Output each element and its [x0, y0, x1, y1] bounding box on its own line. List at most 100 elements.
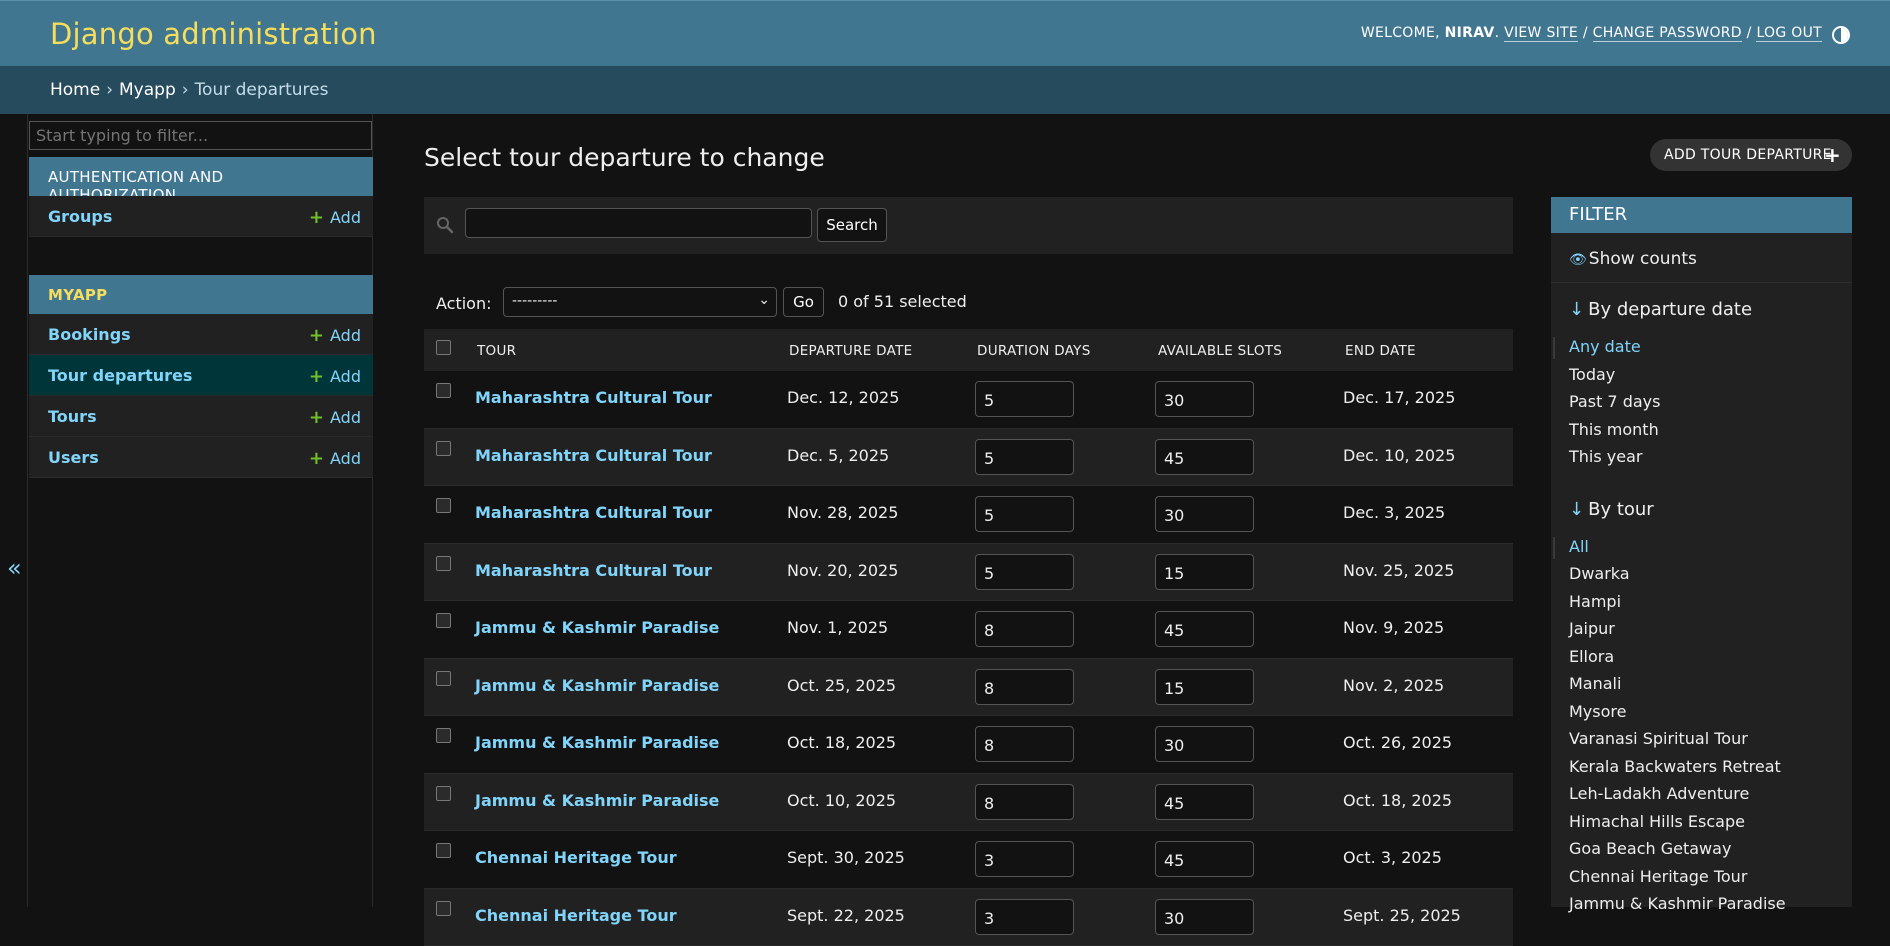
filter-option[interactable]: Past 7 days: [1569, 392, 1660, 411]
sidebar-item-label[interactable]: Tours: [48, 407, 97, 426]
tour-link[interactable]: Jammu & Kashmir Paradise: [475, 791, 719, 810]
search-input[interactable]: [465, 208, 812, 238]
duration-days-input[interactable]: 3: [975, 841, 1074, 877]
toggle-sidebar-button[interactable]: «: [0, 114, 28, 907]
filter-option[interactable]: Dwarka: [1569, 564, 1630, 583]
filter-option[interactable]: Hampi: [1569, 592, 1621, 611]
filter-option[interactable]: Goa Beach Getaway: [1569, 839, 1731, 858]
add-bookings-link[interactable]: +Add: [309, 325, 361, 346]
sidebar-item-groups: Groups +Add: [29, 196, 373, 237]
show-counts-link[interactable]: 👁Show counts: [1569, 249, 1697, 269]
column-header-available-slots[interactable]: AVAILABLE SLOTS: [1158, 343, 1282, 359]
duration-days-input[interactable]: 8: [975, 726, 1074, 762]
sidebar-item-label[interactable]: Bookings: [48, 325, 131, 344]
tour-link[interactable]: Chennai Heritage Tour: [475, 848, 677, 867]
filter-option[interactable]: Jaipur: [1569, 619, 1615, 638]
available-slots-input[interactable]: 30: [1155, 381, 1254, 417]
filter-option[interactable]: Varanasi Spiritual Tour: [1569, 729, 1748, 748]
sidebar-item-label[interactable]: Groups: [48, 207, 112, 226]
theme-toggle-icon[interactable]: [1832, 26, 1850, 44]
column-header-end-date[interactable]: END DATE: [1345, 343, 1416, 359]
row-checkbox[interactable]: [436, 383, 451, 398]
sidebar-item-label[interactable]: Users: [48, 448, 99, 467]
row-checkbox[interactable]: [436, 786, 451, 801]
duration-days-input[interactable]: 8: [975, 784, 1074, 820]
row-checkbox[interactable]: [436, 498, 451, 513]
filter-option[interactable]: Today: [1569, 365, 1615, 384]
add-users-link[interactable]: +Add: [309, 448, 361, 469]
tour-link[interactable]: Maharashtra Cultural Tour: [475, 503, 712, 522]
available-slots-input[interactable]: 45: [1155, 784, 1254, 820]
app-caption-myapp[interactable]: MYAPP: [29, 275, 373, 314]
duration-days-input[interactable]: 8: [975, 611, 1074, 647]
available-slots-input[interactable]: 30: [1155, 726, 1254, 762]
available-slots-input[interactable]: 45: [1155, 439, 1254, 475]
duration-days-input[interactable]: 5: [975, 554, 1074, 590]
available-slots-input[interactable]: 30: [1155, 899, 1254, 935]
end-date: Nov. 25, 2025: [1343, 561, 1454, 580]
filter-option[interactable]: This year: [1569, 447, 1642, 466]
change-password-link[interactable]: CHANGE PASSWORD: [1593, 25, 1742, 42]
filter-option[interactable]: Kerala Backwaters Retreat: [1569, 757, 1781, 776]
tour-link[interactable]: Jammu & Kashmir Paradise: [475, 733, 719, 752]
sidebar-item-label[interactable]: Tour departures: [48, 366, 192, 385]
filter-option[interactable]: All: [1569, 537, 1589, 556]
filter-option[interactable]: Himachal Hills Escape: [1569, 812, 1745, 831]
eye-icon: 👁: [1569, 252, 1587, 268]
search-button[interactable]: Search: [817, 208, 887, 242]
arrow-down-icon: ↓: [1569, 499, 1584, 520]
available-slots-input[interactable]: 15: [1155, 669, 1254, 705]
duration-days-input[interactable]: 3: [975, 899, 1074, 935]
tour-link[interactable]: Jammu & Kashmir Paradise: [475, 618, 719, 637]
filter-option[interactable]: Mysore: [1569, 702, 1626, 721]
row-checkbox[interactable]: [436, 671, 451, 686]
action-select[interactable]: --------- ⌄: [503, 287, 777, 317]
column-header-tour[interactable]: TOUR: [477, 343, 516, 359]
filter-option[interactable]: This month: [1569, 420, 1659, 439]
add-tour-departure-button[interactable]: ADD TOUR DEPARTURE +: [1650, 139, 1852, 171]
row-checkbox[interactable]: [436, 613, 451, 628]
duration-days-input[interactable]: 5: [975, 381, 1074, 417]
row-checkbox[interactable]: [436, 728, 451, 743]
tour-link[interactable]: Maharashtra Cultural Tour: [475, 388, 712, 407]
tour-link[interactable]: Maharashtra Cultural Tour: [475, 561, 712, 580]
nav-filter-input[interactable]: [29, 121, 372, 150]
breadcrumb-home[interactable]: Home: [50, 80, 100, 100]
filter-heading[interactable]: ↓By departure date: [1569, 299, 1752, 320]
column-header-departure-date[interactable]: DEPARTURE DATE: [789, 343, 913, 359]
tour-link[interactable]: Jammu & Kashmir Paradise: [475, 676, 719, 695]
add-tour-departures-link[interactable]: +Add: [309, 366, 361, 387]
row-checkbox[interactable]: [436, 843, 451, 858]
filter-option[interactable]: Chennai Heritage Tour: [1569, 867, 1747, 886]
tour-link[interactable]: Maharashtra Cultural Tour: [475, 446, 712, 465]
header: Django administration WELCOME, NIRAV. VI…: [0, 0, 1890, 66]
filter-option[interactable]: Jammu & Kashmir Paradise: [1569, 894, 1786, 913]
available-slots-input[interactable]: 30: [1155, 496, 1254, 532]
site-branding[interactable]: Django administration: [50, 17, 377, 51]
filter-option[interactable]: Any date: [1569, 337, 1641, 356]
filter-option[interactable]: Manali: [1569, 674, 1621, 693]
available-slots-input[interactable]: 45: [1155, 841, 1254, 877]
breadcrumb-app[interactable]: Myapp: [119, 80, 176, 100]
app-caption-auth[interactable]: AUTHENTICATION AND AUTHORIZATION: [29, 157, 373, 196]
view-site-link[interactable]: VIEW SITE: [1504, 25, 1578, 42]
filter-option[interactable]: Ellora: [1569, 647, 1614, 666]
select-all-checkbox[interactable]: [436, 340, 451, 355]
row-checkbox[interactable]: [436, 901, 451, 916]
available-slots-input[interactable]: 45: [1155, 611, 1254, 647]
arrow-down-icon: ↓: [1569, 299, 1584, 320]
add-groups-link[interactable]: +Add: [309, 207, 361, 228]
go-button[interactable]: Go: [783, 287, 824, 317]
tour-link[interactable]: Chennai Heritage Tour: [475, 906, 677, 925]
row-checkbox[interactable]: [436, 556, 451, 571]
row-checkbox[interactable]: [436, 441, 451, 456]
duration-days-input[interactable]: 5: [975, 496, 1074, 532]
log-out-link[interactable]: LOG OUT: [1756, 25, 1822, 42]
filter-option[interactable]: Leh-Ladakh Adventure: [1569, 784, 1749, 803]
filter-heading[interactable]: ↓By tour: [1569, 499, 1654, 520]
duration-days-input[interactable]: 5: [975, 439, 1074, 475]
column-header-duration-days[interactable]: DURATION DAYS: [977, 343, 1091, 359]
add-tours-link[interactable]: +Add: [309, 407, 361, 428]
available-slots-input[interactable]: 15: [1155, 554, 1254, 590]
duration-days-input[interactable]: 8: [975, 669, 1074, 705]
